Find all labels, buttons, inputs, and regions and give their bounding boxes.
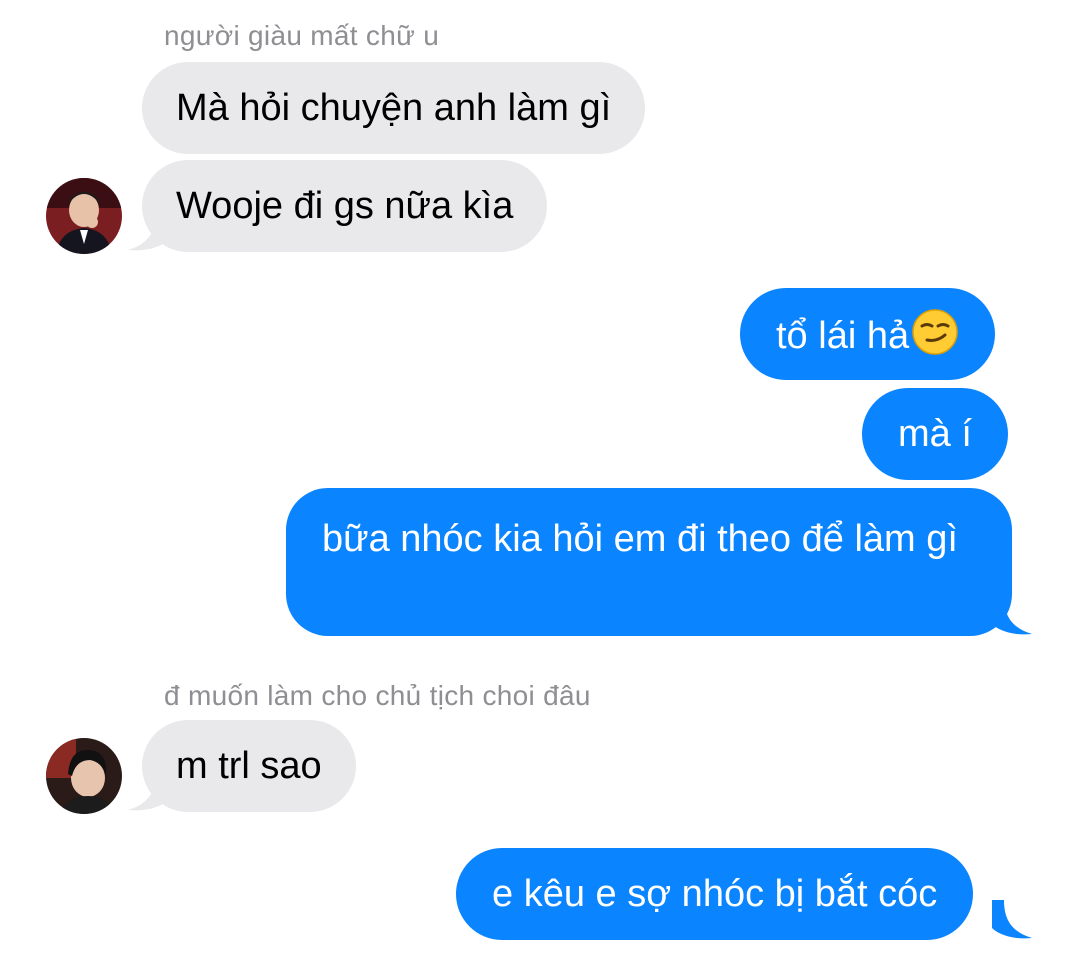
- sender-avatar-icon[interactable]: [46, 178, 122, 254]
- outgoing-bubble-tail: [992, 596, 1032, 635]
- message-text: mà í: [898, 413, 972, 455]
- outgoing-message-bubble[interactable]: tổ lái hả: [740, 288, 996, 380]
- outgoing-message-bubble[interactable]: bữa nhóc kia hỏi em đi theo để làm gì: [286, 488, 1012, 636]
- message-text: m trl sao: [176, 745, 322, 787]
- sender-name: đ muốn làm cho chủ tịch choi đâu: [164, 680, 591, 711]
- outgoing-message-bubble[interactable]: e kêu e sợ nhóc bị bắt cóc: [456, 848, 974, 940]
- outgoing-bubble-tail: [992, 900, 1032, 939]
- message-text: Mà hỏi chuyện anh làm gì: [176, 87, 612, 129]
- message-text: tổ lái hả: [776, 315, 910, 357]
- smirking-face-icon: [912, 309, 958, 355]
- outgoing-message-bubble[interactable]: mà í: [862, 388, 1008, 480]
- incoming-bubble-tail: [128, 212, 168, 251]
- message-text: Wooje đi gs nữa kìa: [176, 185, 514, 227]
- incoming-bubble-tail: [128, 772, 168, 811]
- message-text: e kêu e sợ nhóc bị bắt cóc: [492, 873, 938, 915]
- sender-avatar-icon[interactable]: [46, 738, 122, 814]
- incoming-message-bubble[interactable]: m trl sao: [142, 720, 356, 812]
- incoming-message-bubble[interactable]: Mà hỏi chuyện anh làm gì: [142, 62, 646, 154]
- message-text: bữa nhóc kia hỏi em đi theo để làm gì: [322, 518, 958, 560]
- sender-name: người giàu mất chữ u: [164, 20, 440, 51]
- incoming-message-bubble[interactable]: Wooje đi gs nữa kìa: [142, 160, 548, 252]
